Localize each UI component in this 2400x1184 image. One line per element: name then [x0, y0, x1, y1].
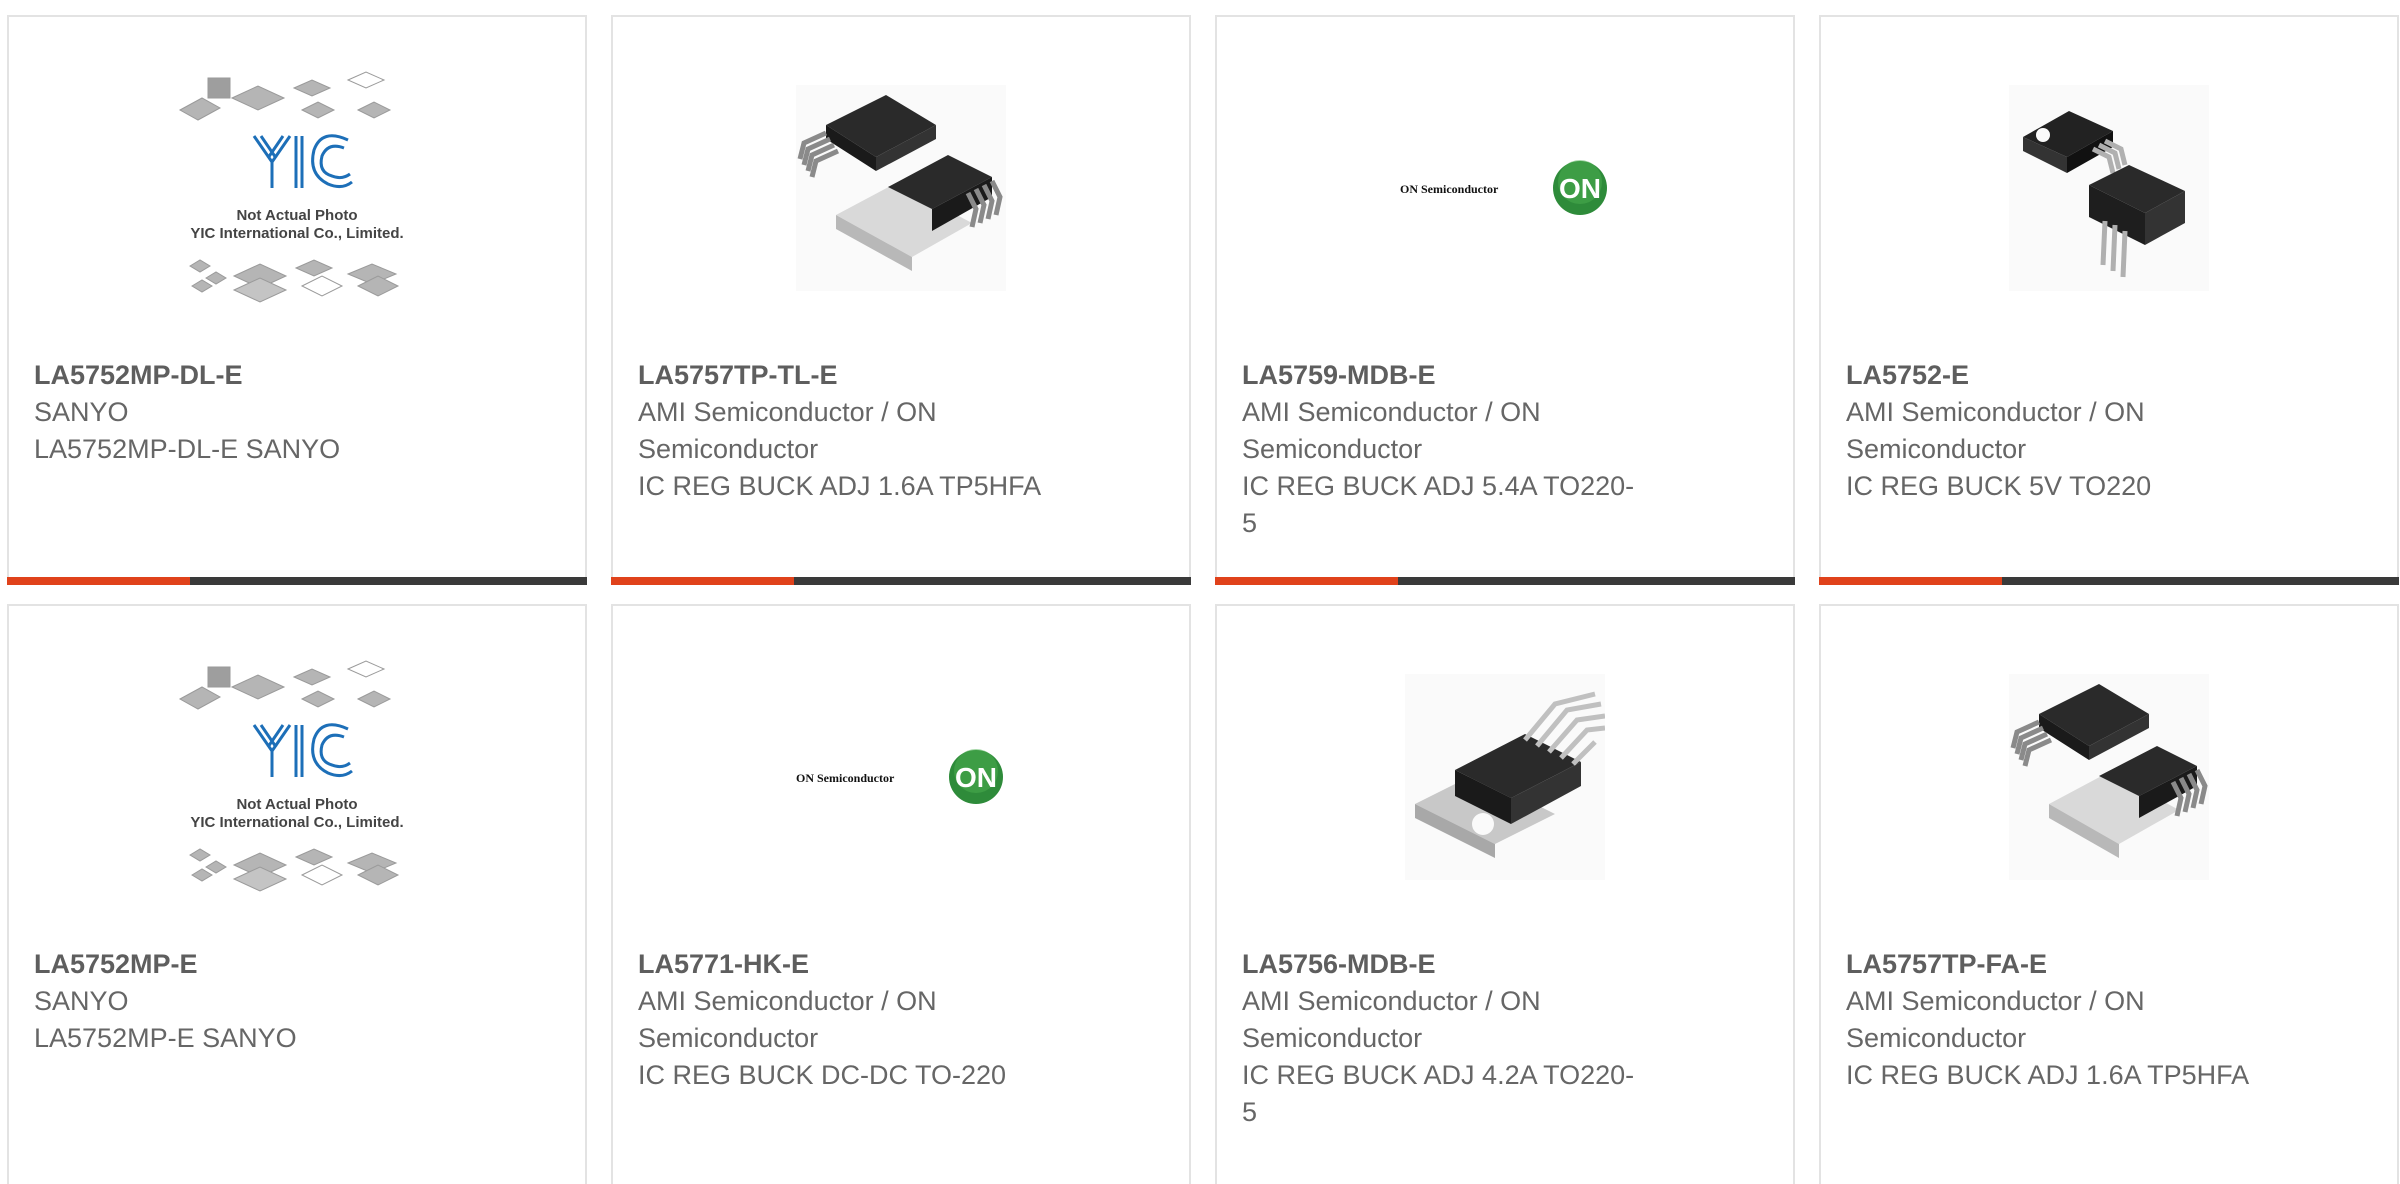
card-bottom-bar	[1819, 577, 2399, 585]
manufacturer: AMI Semiconductor / ON	[638, 986, 937, 1016]
to220-package-photo	[2009, 85, 2209, 291]
product-card[interactable]: LA5757TP-TL-E AMI Semiconductor / ON Sem…	[611, 15, 1191, 585]
part-number-link[interactable]: LA5757TP-TL-E	[638, 357, 1098, 394]
product-image[interactable]	[1821, 85, 2397, 291]
product-card[interactable]: LA5756-MDB-E AMI Semiconductor / ON Semi…	[1215, 604, 1795, 1184]
card-accent-bar	[611, 577, 794, 585]
card-bottom-bar	[7, 577, 587, 585]
card-bottom-bar	[1215, 577, 1795, 585]
logo-badge: ON	[1559, 173, 1601, 204]
product-info: LA5757TP-TL-E AMI Semiconductor / ON Sem…	[638, 357, 1098, 505]
description: IC REG BUCK ADJ 1.6A TP5HFA	[1846, 1060, 2250, 1090]
part-number-link[interactable]: LA5752MP-DL-E	[34, 357, 494, 394]
manufacturer: Semiconductor	[1846, 434, 2027, 464]
to263-package-photo	[796, 85, 1006, 291]
part-number-link[interactable]: LA5757TP-FA-E	[1846, 946, 2306, 983]
yic-logo-icon	[252, 134, 353, 189]
product-image[interactable]: Not Actual Photo YIC International Co., …	[9, 71, 585, 303]
manufacturer: SANYO	[34, 397, 129, 427]
yic-placeholder-image: Not Actual Photo YIC International Co., …	[178, 660, 404, 892]
part-number-link[interactable]: LA5756-MDB-E	[1242, 946, 1702, 983]
product-image[interactable]: ON Semiconductor ON	[613, 674, 1189, 880]
card-accent-bar	[7, 577, 190, 585]
product-image[interactable]	[613, 85, 1189, 291]
description: 5	[1242, 1097, 1258, 1127]
product-card[interactable]: ON Semiconductor ON LA5759-MDB-E AMI Sem…	[1215, 15, 1795, 585]
product-image[interactable]: Not Actual Photo YIC International Co., …	[9, 660, 585, 892]
product-image[interactable]	[1821, 674, 2397, 880]
description: IC REG BUCK ADJ 1.6A TP5HFA	[638, 471, 1042, 501]
description: IC REG BUCK 5V TO220	[1846, 471, 2152, 501]
card-accent-bar	[1819, 577, 2002, 585]
yic-placeholder-image: Not Actual Photo YIC International Co., …	[178, 71, 404, 303]
manufacturer: Semiconductor	[638, 1023, 819, 1053]
product-card[interactable]: LA5757TP-FA-E AMI Semiconductor / ON Sem…	[1819, 604, 2399, 1184]
manufacturer: AMI Semiconductor / ON	[1846, 397, 2145, 427]
manufacturer: Semiconductor	[1242, 1023, 1423, 1053]
product-info: LA5752MP-DL-E SANYO LA5752MP-DL-E SANYO	[34, 357, 494, 468]
logo-badge: ON	[955, 762, 997, 793]
product-image[interactable]	[1217, 674, 1793, 880]
description: IC REG BUCK ADJ 4.2A TO220-	[1242, 1060, 1635, 1090]
logo-text: ON Semiconductor	[796, 771, 895, 785]
on-semiconductor-logo: ON Semiconductor ON	[1400, 160, 1607, 215]
manufacturer: Semiconductor	[1846, 1023, 2027, 1053]
description: 5	[1242, 508, 1258, 538]
part-number-link[interactable]: LA5752-E	[1846, 357, 2306, 394]
part-number-link[interactable]: LA5752MP-E	[34, 946, 494, 983]
manufacturer: AMI Semiconductor / ON	[1242, 986, 1541, 1016]
description: IC REG BUCK ADJ 5.4A TO220-	[1242, 471, 1635, 501]
card-bottom-bar	[611, 577, 1191, 585]
product-grid: Not Actual Photo YIC International Co., …	[0, 0, 2400, 1184]
product-info: LA5756-MDB-E AMI Semiconductor / ON Semi…	[1242, 946, 1702, 1131]
image-caption-1: Not Actual Photo	[236, 796, 357, 813]
product-info: LA5771-HK-E AMI Semiconductor / ON Semic…	[638, 946, 1098, 1094]
product-card[interactable]: ON Semiconductor ON LA5771-HK-E AMI Semi…	[611, 604, 1191, 1184]
product-info: LA5757TP-FA-E AMI Semiconductor / ON Sem…	[1846, 946, 2306, 1094]
product-card[interactable]: Not Actual Photo YIC International Co., …	[7, 604, 587, 1184]
yic-logo-icon	[252, 723, 353, 778]
to263-package-photo	[2009, 674, 2209, 880]
manufacturer: AMI Semiconductor / ON	[1242, 397, 1541, 427]
on-semiconductor-logo: ON Semiconductor ON	[796, 749, 1003, 804]
product-image[interactable]: ON Semiconductor ON	[1217, 85, 1793, 291]
part-number-link[interactable]: LA5771-HK-E	[638, 946, 1098, 983]
card-accent-bar	[1215, 577, 1398, 585]
manufacturer: Semiconductor	[1242, 434, 1423, 464]
product-card[interactable]: Not Actual Photo YIC International Co., …	[7, 15, 587, 585]
to220-5-package-photo	[1405, 674, 1605, 880]
product-card[interactable]: LA5752-E AMI Semiconductor / ON Semicond…	[1819, 15, 2399, 585]
product-info: LA5759-MDB-E AMI Semiconductor / ON Semi…	[1242, 357, 1702, 542]
image-caption-1: Not Actual Photo	[236, 207, 357, 224]
logo-text: ON Semiconductor	[1400, 182, 1499, 196]
description: IC REG BUCK DC-DC TO-220	[638, 1060, 1007, 1090]
manufacturer: AMI Semiconductor / ON	[1846, 986, 2145, 1016]
description: LA5752MP-E SANYO	[34, 1023, 297, 1053]
image-caption-2: YIC International Co., Limited.	[190, 225, 403, 242]
manufacturer: Semiconductor	[638, 434, 819, 464]
product-info: LA5752MP-E SANYO LA5752MP-E SANYO	[34, 946, 494, 1057]
product-info: LA5752-E AMI Semiconductor / ON Semicond…	[1846, 357, 2306, 505]
description: LA5752MP-DL-E SANYO	[34, 434, 341, 464]
manufacturer: AMI Semiconductor / ON	[638, 397, 937, 427]
image-caption-2: YIC International Co., Limited.	[190, 814, 403, 831]
manufacturer: SANYO	[34, 986, 129, 1016]
part-number-link[interactable]: LA5759-MDB-E	[1242, 357, 1702, 394]
